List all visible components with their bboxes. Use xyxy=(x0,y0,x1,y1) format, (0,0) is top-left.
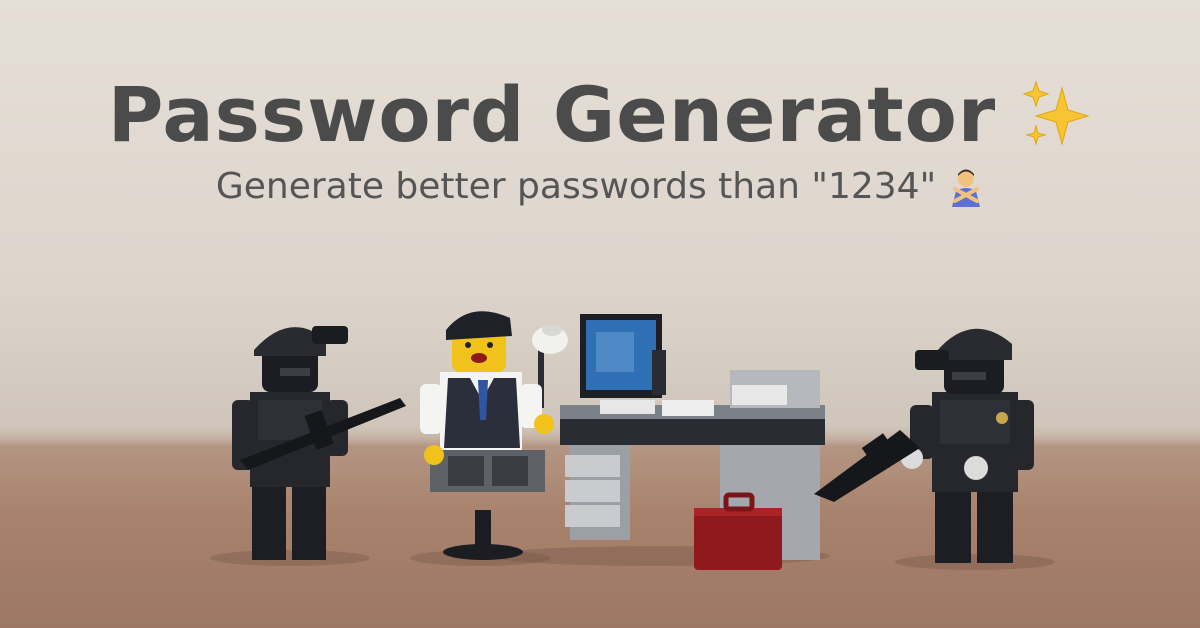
lego-scene xyxy=(210,311,1055,570)
swat-figure-left xyxy=(232,326,406,560)
hero-banner: Password Generator Generate better passw… xyxy=(0,0,1200,628)
computer-monitor xyxy=(580,314,666,398)
swat-figure-right xyxy=(814,328,1034,563)
desk xyxy=(560,370,825,560)
office-worker-figure xyxy=(420,311,554,560)
